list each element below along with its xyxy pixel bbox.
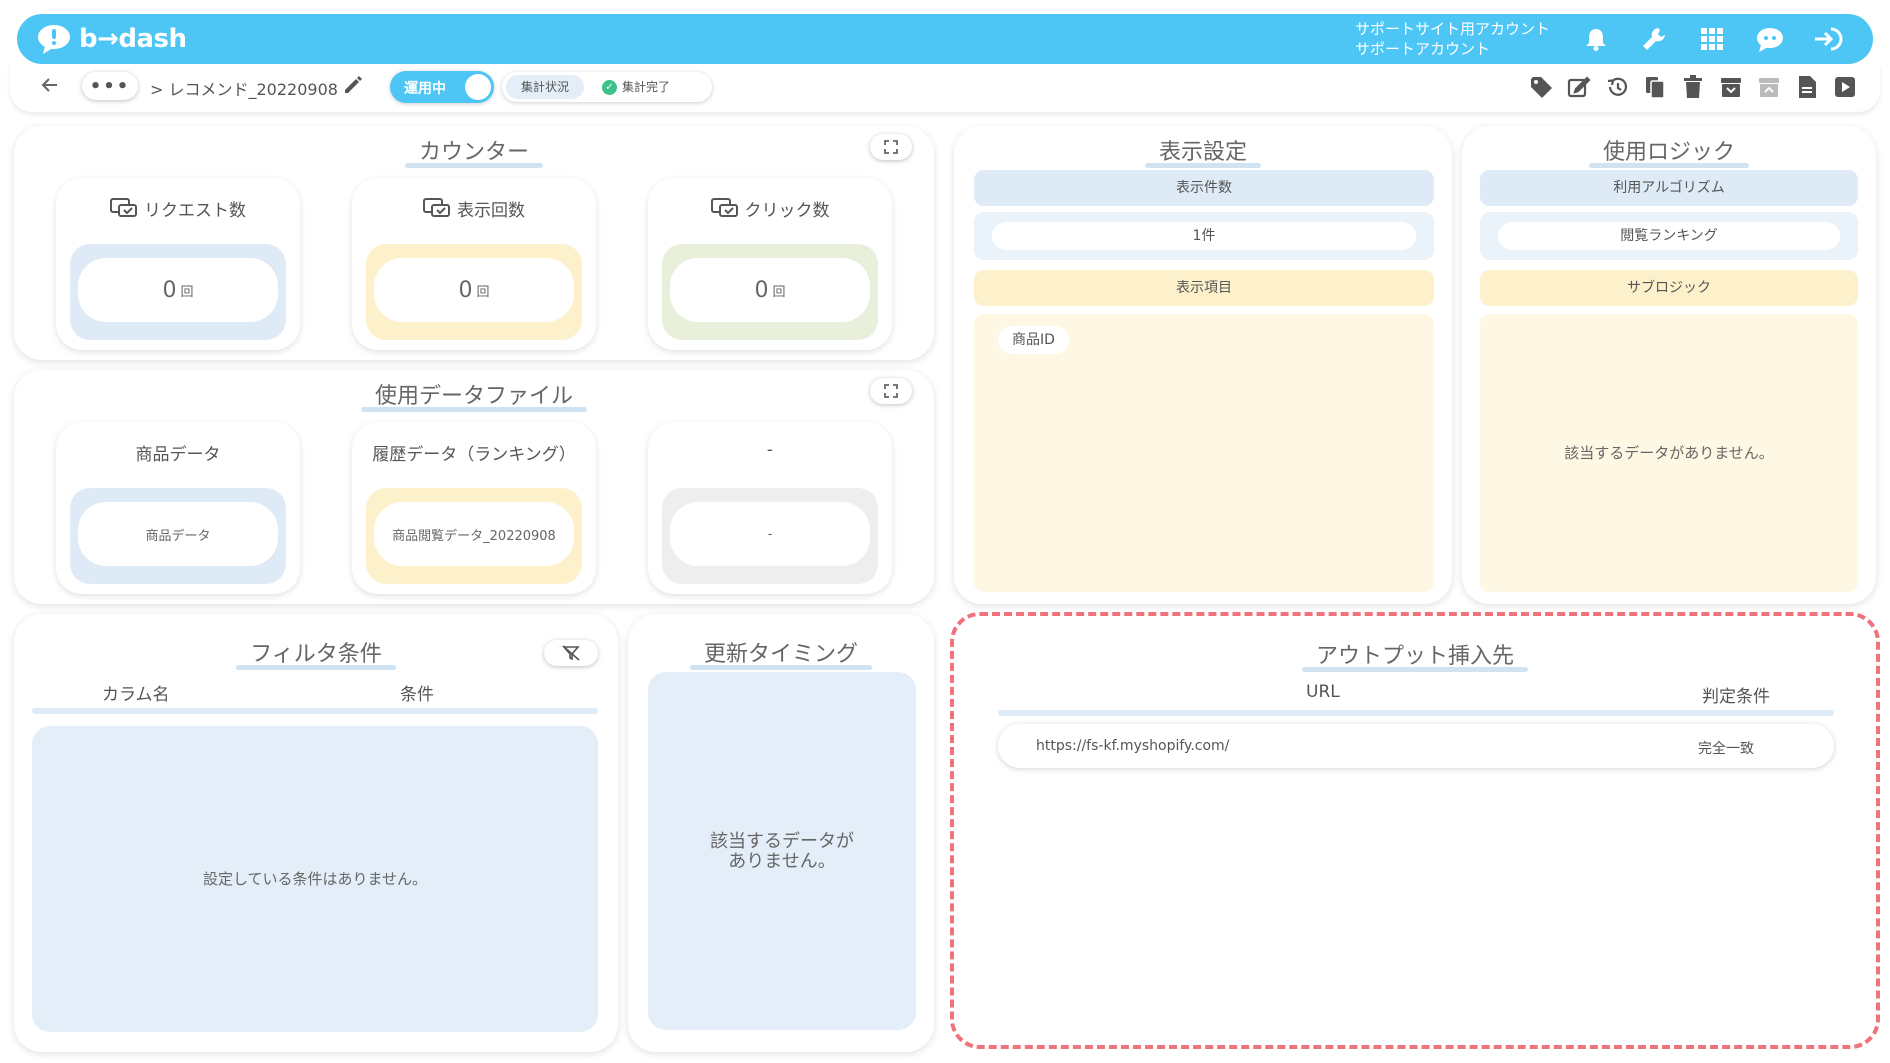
account-user: サポートアカウント <box>1355 40 1491 58</box>
apps-grid-icon[interactable] <box>1693 22 1731 56</box>
logout-icon[interactable] <box>1809 22 1847 56</box>
counter-unit: 回 <box>476 284 490 300</box>
timing-panel: 更新タイミング 該当するデータが ありません。 <box>628 614 934 1052</box>
history-icon[interactable] <box>1604 74 1630 100</box>
tag-icon[interactable] <box>1528 74 1554 100</box>
filter-condition-header: 条件 <box>400 685 434 705</box>
timing-body: 該当するデータが ありません。 <box>648 672 916 1030</box>
counter-title: カウンター <box>14 134 934 168</box>
bell-icon[interactable] <box>1577 22 1615 56</box>
output-url: https://fs-kf.myshopify.com/ <box>1036 738 1230 754</box>
breadcrumb-more-button[interactable]: ••• <box>82 72 138 100</box>
logo-bubble-icon <box>38 25 70 54</box>
chat-icon <box>110 197 137 217</box>
logic-panel: 使用ロジック 利用アルゴリズム 閲覧ランキング サブロジック 該当するデータがあ… <box>1462 126 1876 604</box>
datafile-card-history[interactable]: 履歴データ（ランキング） 商品閲覧データ_20220908 <box>352 422 596 594</box>
counter-value: 0 <box>754 277 769 303</box>
display-settings-panel: 表示設定 表示件数 1件 表示項目 商品ID <box>954 126 1452 604</box>
check-circle-icon: ✓ <box>602 79 617 95</box>
counter-label: リクエスト数 <box>144 201 246 221</box>
top-header: b→dash サポートサイト用アカウント サポートアカウント <box>17 14 1873 64</box>
filter-column-name-header: カラム名 <box>102 685 170 705</box>
algorithm-value: 閲覧ランキング <box>1498 222 1840 250</box>
filter-empty: 設定している条件はありません。 <box>202 870 428 888</box>
status-value: 集計完了 <box>622 80 671 94</box>
account-info[interactable]: サポートサイト用アカウント サポートアカウント <box>1355 19 1550 59</box>
display-count-value: 1件 <box>992 222 1416 250</box>
chat-icon <box>710 197 738 217</box>
document-icon[interactable] <box>1794 74 1820 100</box>
expand-button[interactable] <box>870 134 912 160</box>
sublogic-empty: 該当するデータがありません。 <box>1564 444 1774 462</box>
display-items-header: 表示項目 <box>974 270 1434 306</box>
display-title: 表示設定 <box>954 134 1452 168</box>
brand-name: b→dash <box>79 24 187 54</box>
timing-empty: 該当するデータが ありません。 <box>710 831 854 872</box>
counter-value: 0 <box>458 277 473 303</box>
filter-off-icon <box>562 645 580 661</box>
counter-panel: カウンター リクエスト数 0回 表示回数 0回 クリック数 0回 <box>14 126 934 360</box>
datafile-value: 商品閲覧データ_20220908 <box>392 528 556 544</box>
algorithm-header: 利用アルゴリズム <box>1480 170 1858 206</box>
filter-title: フィルタ条件 <box>14 636 618 670</box>
toggle-knob <box>465 74 491 100</box>
display-item-chip: 商品ID <box>998 326 1069 354</box>
output-condition-header: 判定条件 <box>1702 687 1770 707</box>
chat-icon <box>423 197 450 217</box>
trash-icon[interactable] <box>1680 74 1706 100</box>
counter-value: 0 <box>162 277 177 303</box>
counter-card-impressions: 表示回数 0回 <box>352 178 596 350</box>
counter-card-clicks: クリック数 0回 <box>648 178 892 350</box>
filter-panel: フィルタ条件 カラム名 条件 設定している条件はありません。 <box>14 614 618 1052</box>
brand-logo[interactable]: b→dash <box>37 22 187 56</box>
output-row[interactable]: https://fs-kf.myshopify.com/ 完全一致 <box>998 724 1834 768</box>
breadcrumb: > レコメンド_20220908 <box>150 80 338 99</box>
edit-icon[interactable] <box>1566 74 1592 100</box>
counter-label: 表示回数 <box>457 201 525 221</box>
copy-icon[interactable] <box>1642 74 1668 100</box>
archive-icon[interactable] <box>1718 74 1744 100</box>
counter-label: クリック数 <box>744 201 830 221</box>
account-site: サポートサイト用アカウント <box>1355 20 1551 38</box>
toggle-label: 運用中 <box>404 81 446 97</box>
breadcrumb-bar: ••• > レコメンド_20220908 運用中 集計状況 ✓ 集計完了 <box>10 64 1880 112</box>
datafile-value: - <box>767 526 773 542</box>
operation-toggle[interactable]: 運用中 <box>390 71 494 103</box>
counter-card-request: リクエスト数 0回 <box>56 178 300 350</box>
datafile-card-product[interactable]: 商品データ 商品データ <box>56 422 300 594</box>
display-count-header: 表示件数 <box>974 170 1434 206</box>
filter-body: 設定している条件はありません。 <box>32 726 598 1032</box>
aggregation-status: 集計状況 ✓ 集計完了 <box>502 72 712 102</box>
datafiles-title: 使用データファイル <box>14 378 934 412</box>
sublogic-body: 該当するデータがありません。 <box>1480 314 1858 592</box>
expand-button[interactable] <box>870 378 912 404</box>
chat-bot-icon[interactable] <box>1751 22 1789 56</box>
filter-toggle-button[interactable] <box>544 640 598 666</box>
status-label: 集計状況 <box>506 75 584 99</box>
output-title: アウトプット挿入先 <box>954 638 1876 672</box>
datafiles-panel: 使用データファイル 商品データ 商品データ 履歴データ（ランキング） 商品閲覧デ… <box>14 370 934 604</box>
wrench-icon[interactable] <box>1635 22 1673 56</box>
play-icon[interactable] <box>1832 74 1858 100</box>
logic-title: 使用ロジック <box>1462 134 1876 168</box>
output-condition: 完全一致 <box>1698 741 1754 757</box>
archive-disabled-icon <box>1756 74 1782 100</box>
sublogic-header: サブロジック <box>1480 270 1858 306</box>
output-url-header: URL <box>1306 682 1340 702</box>
counter-unit: 回 <box>180 284 194 300</box>
expand-icon <box>884 384 898 398</box>
datafile-value: 商品データ <box>145 528 211 544</box>
status-badge: ✓ 集計完了 <box>602 76 670 98</box>
output-panel: アウトプット挿入先 URL 判定条件 <box>950 612 1880 1049</box>
datafile-card-empty: - - <box>648 422 892 594</box>
datafile-label: - <box>766 440 774 460</box>
expand-icon <box>884 140 898 154</box>
datafile-label: 履歴データ（ランキング） <box>372 445 576 465</box>
timing-title: 更新タイミング <box>628 636 934 670</box>
datafile-label: 商品データ <box>135 445 221 465</box>
counter-unit: 回 <box>772 284 786 300</box>
back-arrow-icon[interactable] <box>38 73 62 97</box>
display-items-list: 商品ID <box>974 314 1434 592</box>
pencil-icon[interactable] <box>342 74 364 96</box>
